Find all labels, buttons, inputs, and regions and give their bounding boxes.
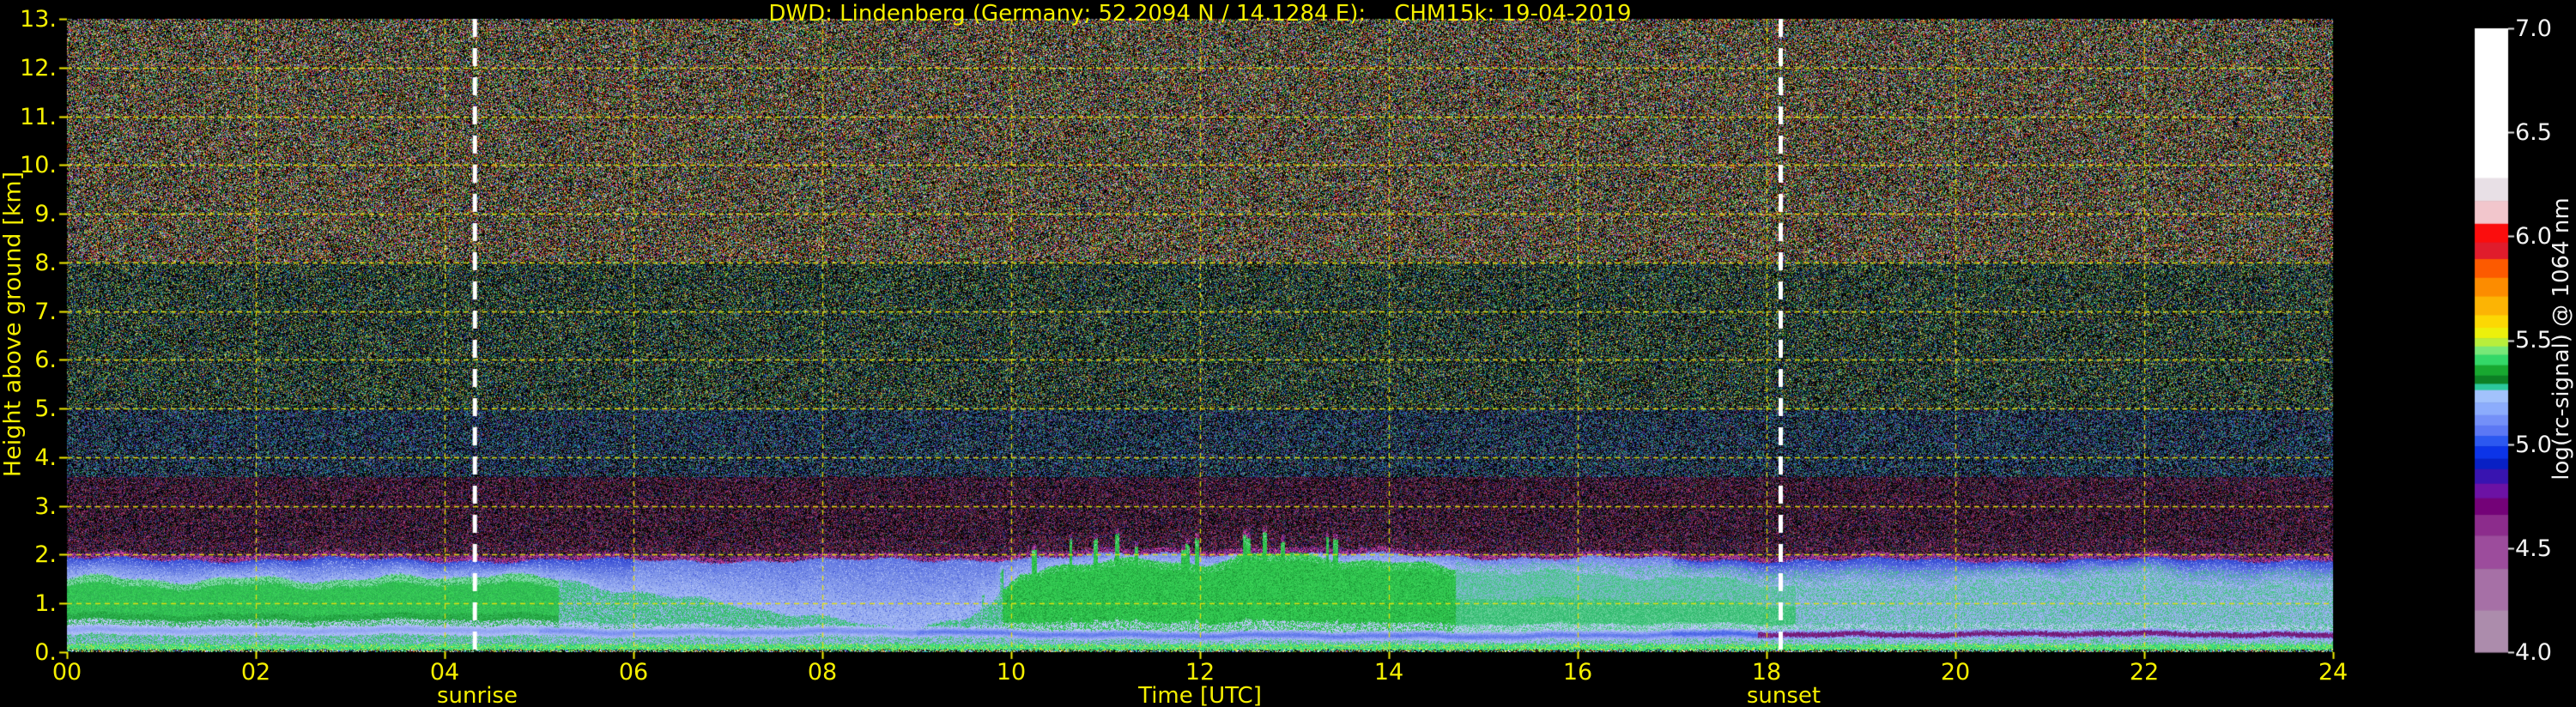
y-tick-label: 2.: [34, 541, 57, 568]
y-tick-label: 9.: [34, 201, 57, 227]
colorbar-tick-label: 4.5: [2515, 535, 2552, 562]
colorbar-tick-label: 5.0: [2515, 432, 2552, 458]
x-tick-label: 08: [807, 659, 838, 686]
x-tick-label: 04: [429, 659, 460, 686]
y-tick-label: 8.: [34, 250, 57, 276]
x-tick-label: 18: [1751, 659, 1782, 686]
colorbar-tick-label: 4.0: [2515, 639, 2552, 666]
x-tick-label: 12: [1185, 659, 1215, 686]
x-tick-label: 14: [1373, 659, 1404, 686]
colorbar-tick-label: 6.5: [2515, 119, 2552, 146]
y-tick-label: 3.: [34, 493, 57, 520]
y-tick-label: 4.: [34, 444, 57, 471]
sunset-annotation: sunset: [1746, 683, 1821, 707]
y-tick-label: 7.: [34, 299, 57, 325]
y-tick-label: 1.: [34, 590, 57, 617]
x-tick-label: 06: [618, 659, 649, 686]
y-tick-label: 13.: [20, 6, 57, 33]
x-tick-label: 16: [1562, 659, 1593, 686]
x-tick-label: 00: [52, 659, 82, 686]
plot-canvas: [0, 0, 2576, 707]
x-axis-label: Time [UTC]: [1138, 683, 1262, 707]
y-tick-label: 11.: [20, 104, 57, 130]
ceilometer-quicklook-figure: DWD: Lindenberg (Germany; 52.2094 N / 14…: [0, 0, 2576, 707]
x-tick-label: 24: [2318, 659, 2349, 686]
colorbar-tick-label: 7.0: [2515, 15, 2552, 42]
x-tick-label: 22: [2129, 659, 2160, 686]
x-tick-label: 10: [996, 659, 1027, 686]
y-tick-label: 5.: [34, 396, 57, 422]
x-tick-label: 02: [240, 659, 271, 686]
plot-title: DWD: Lindenberg (Germany; 52.2094 N / 14…: [768, 1, 1632, 27]
x-tick-label: 20: [1940, 659, 1971, 686]
y-tick-label: 6.: [34, 347, 57, 373]
colorbar-tick-label: 6.0: [2515, 223, 2552, 250]
y-tick-label: 12.: [20, 55, 57, 82]
sunrise-annotation: sunrise: [437, 683, 518, 707]
colorbar-tick-label: 5.5: [2515, 327, 2552, 354]
y-tick-label: 10.: [20, 152, 57, 178]
